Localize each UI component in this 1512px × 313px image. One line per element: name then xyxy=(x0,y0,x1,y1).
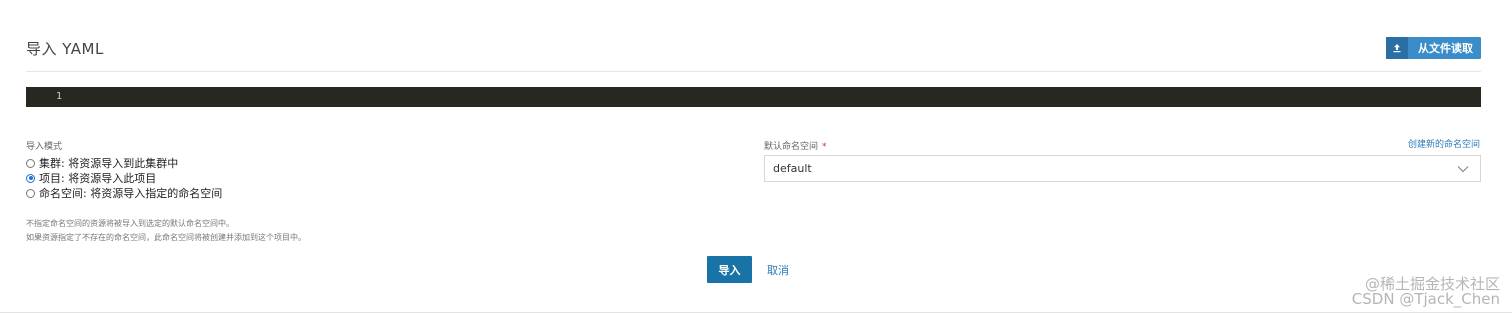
import-mode-namespace-label: 命名空间: 将资源导入指定的命名空间 xyxy=(39,187,223,200)
hint-line-1: 不指定命名空间的资源将被导入到选定的默认命名空间中。 xyxy=(26,219,234,228)
radio-project[interactable] xyxy=(26,173,35,183)
line-number: 1 xyxy=(55,91,62,102)
import-mode-namespace-option[interactable]: 命名空间: 将资源导入指定的命名空间 xyxy=(26,185,222,201)
chevron-down-icon xyxy=(1457,165,1469,172)
import-button[interactable]: 导入 xyxy=(707,256,752,283)
namespace-select[interactable]: default xyxy=(764,155,1481,182)
yaml-editor-input[interactable] xyxy=(70,87,1481,107)
page-title: 导入 YAML xyxy=(26,40,104,58)
read-from-file-button[interactable]: 从文件读取 xyxy=(1386,37,1481,59)
import-mode-project-label: 项目: 将资源导入此项目 xyxy=(39,172,157,185)
import-mode-project-option[interactable]: 项目: 将资源导入此项目 xyxy=(26,170,156,186)
upload-icon xyxy=(1386,37,1408,59)
radio-namespace[interactable] xyxy=(26,188,35,198)
title-divider xyxy=(26,71,1481,72)
read-from-file-label: 从文件读取 xyxy=(1418,42,1473,55)
default-namespace-label: 默认命名空间 * xyxy=(764,139,827,152)
yaml-editor[interactable]: 1 xyxy=(26,87,1481,107)
create-namespace-link[interactable]: 创建新的命名空间 xyxy=(1408,137,1480,150)
namespace-select-value: default xyxy=(773,162,812,175)
import-mode-cluster-label: 集群: 将资源导入到此集群中 xyxy=(39,157,179,170)
watermark-text: @稀土掘金技术社区 CSDN @Tjack_Chen xyxy=(1351,275,1500,308)
cancel-button[interactable]: 取消 xyxy=(767,262,789,278)
import-mode-label: 导入模式 xyxy=(26,142,63,152)
import-mode-cluster-option[interactable]: 集群: 将资源导入到此集群中 xyxy=(26,155,178,171)
default-namespace-label-text: 默认命名空间 xyxy=(764,142,819,152)
required-mark: * xyxy=(822,142,827,152)
hint-line-2: 如果资源指定了不存在的命名空间，此命名空间将被创建并添加到这个项目中。 xyxy=(26,233,306,242)
watermark: @稀土掘金技术社区 CSDN @Tjack_Chen xyxy=(1352,277,1500,307)
radio-cluster[interactable] xyxy=(26,158,35,168)
